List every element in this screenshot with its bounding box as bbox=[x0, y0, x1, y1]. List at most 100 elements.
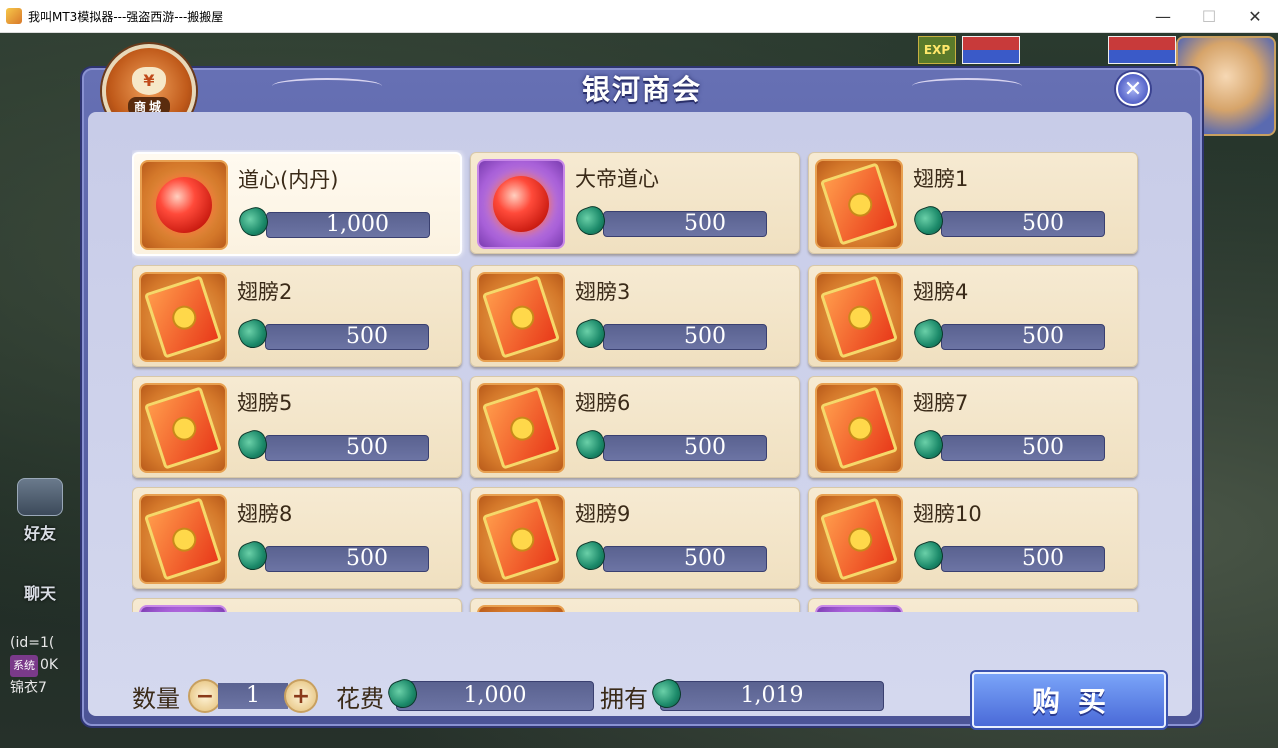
shop-item-card[interactable]: 翅膀6 500 bbox=[470, 376, 800, 478]
shop-item-card[interactable]: 翅膀8 500 bbox=[132, 487, 462, 589]
currency-icon bbox=[571, 201, 611, 241]
red-scroll-icon bbox=[139, 383, 227, 473]
exp-button[interactable]: EXP bbox=[918, 36, 956, 64]
purple-item-icon bbox=[139, 605, 227, 612]
quantity-stepper: − 1 + bbox=[188, 679, 318, 713]
currency-icon bbox=[233, 425, 273, 465]
owned-display: 1,019 bbox=[649, 676, 884, 712]
owned-value: 1,019 bbox=[740, 683, 804, 708]
currency-icon bbox=[909, 314, 949, 354]
shop-item-card[interactable]: 鈝金 bbox=[808, 598, 1138, 612]
friends-icon bbox=[17, 478, 63, 516]
chat-log: (id=1( 系统 0K 锦衣7 bbox=[10, 632, 58, 699]
maximize-button[interactable]: ☐ bbox=[1186, 0, 1232, 32]
quantity-label: 数量 bbox=[132, 684, 180, 713]
cloud-ornament-icon bbox=[912, 78, 1022, 94]
minimize-button[interactable]: — bbox=[1140, 0, 1186, 32]
item-price: 500 bbox=[1022, 324, 1064, 349]
item-price: 1,000 bbox=[326, 212, 389, 237]
item-name: 道心(内丹) bbox=[238, 168, 339, 192]
currency-icon bbox=[571, 425, 611, 465]
item-price: 500 bbox=[684, 546, 726, 571]
item-price: 500 bbox=[346, 324, 388, 349]
price-bar: 500 bbox=[941, 211, 1105, 237]
quantity-plus-button[interactable]: + bbox=[284, 679, 318, 713]
red-scroll-icon bbox=[139, 494, 227, 584]
cost-display: 1,000 bbox=[385, 676, 594, 712]
shop-item-card[interactable]: 翅膀3 500 bbox=[470, 265, 800, 367]
shop-item-card[interactable]: 翅膀5 500 bbox=[132, 376, 462, 478]
red-scroll-icon bbox=[815, 272, 903, 362]
chat-label: 聊天 bbox=[23, 584, 56, 603]
close-button[interactable]: ✕ bbox=[1116, 72, 1150, 106]
quantity-minus-button[interactable]: − bbox=[188, 679, 222, 713]
quantity-field[interactable]: 1 bbox=[218, 683, 288, 709]
shop-item-card[interactable]: 翅膀1 500 bbox=[808, 152, 1138, 254]
shop-item-card[interactable]: 大帝道心 500 bbox=[470, 152, 800, 254]
purchase-footer: 数量 − 1 + 花费 1,000 拥有 1,019 购买 bbox=[132, 670, 1166, 728]
item-price: 500 bbox=[1022, 435, 1064, 460]
price-bar: 500 bbox=[265, 546, 429, 572]
chat-line: 系统 0K bbox=[10, 654, 58, 677]
currency-icon bbox=[909, 536, 949, 576]
red-orb-icon bbox=[140, 160, 228, 250]
item-name: 七彩 bbox=[237, 609, 279, 612]
price-bar: 500 bbox=[941, 435, 1105, 461]
shop-item-card[interactable]: 翅膀2 500 bbox=[132, 265, 462, 367]
red-scroll-icon bbox=[139, 272, 227, 362]
shop-item-card[interactable]: 翅膀9 500 bbox=[470, 487, 800, 589]
red-scroll-icon bbox=[815, 159, 903, 249]
currency-icon bbox=[571, 536, 611, 576]
item-list[interactable]: 道心(内丹) 1,000 大帝道心 500 翅膀1 500 翅膀2 500 翅膀3 500 翅膀4 5… bbox=[132, 150, 1148, 612]
panel-header: 银河商会 ✕ bbox=[82, 68, 1202, 108]
red-orb-icon bbox=[477, 159, 565, 249]
system-tag: 系统 bbox=[10, 655, 38, 677]
item-grid: 道心(内丹) 1,000 大帝道心 500 翅膀1 500 翅膀2 500 翅膀3 500 翅膀4 5… bbox=[132, 150, 1148, 612]
currency-icon bbox=[233, 536, 273, 576]
red-scroll-icon bbox=[477, 494, 565, 584]
item-price: 500 bbox=[346, 435, 388, 460]
shop-item-card[interactable]: 草甲 bbox=[470, 598, 800, 612]
currency-icon bbox=[233, 314, 273, 354]
target-hp-mp-bar bbox=[1108, 36, 1176, 64]
price-bar: 500 bbox=[603, 546, 767, 572]
item-name: 翅膀7 bbox=[913, 391, 969, 415]
shop-item-card[interactable]: 翅膀4 500 bbox=[808, 265, 1138, 367]
item-name: 翅膀6 bbox=[575, 391, 631, 415]
item-name: 翅膀10 bbox=[913, 502, 982, 526]
window-title: 我叫MT3模拟器---强盗西游---搬搬屋 bbox=[28, 9, 224, 24]
currency-icon bbox=[571, 314, 611, 354]
chat-line: 锦衣7 bbox=[10, 680, 47, 696]
chat-button[interactable]: 聊天 bbox=[4, 580, 76, 630]
item-price: 500 bbox=[1022, 211, 1064, 236]
shop-item-card[interactable]: 道心(内丹) 1,000 bbox=[132, 152, 462, 256]
item-price: 500 bbox=[1022, 546, 1064, 571]
owned-label: 拥有 bbox=[600, 684, 648, 713]
currency-icon bbox=[909, 201, 949, 241]
price-bar: 500 bbox=[603, 324, 767, 350]
item-price: 500 bbox=[346, 546, 388, 571]
panel-title: 银河商会 bbox=[581, 73, 702, 106]
purple-item-icon bbox=[477, 605, 565, 612]
item-name: 大帝道心 bbox=[575, 167, 659, 191]
friends-button[interactable]: 好友 bbox=[4, 478, 76, 548]
cost-label: 花费 bbox=[336, 684, 384, 713]
buy-button[interactable]: 购买 bbox=[972, 672, 1166, 728]
chat-line: (id=1( bbox=[10, 635, 55, 651]
shop-item-card[interactable]: 翅膀10 500 bbox=[808, 487, 1138, 589]
item-price: 500 bbox=[684, 211, 726, 236]
shop-item-card[interactable]: 七彩 bbox=[132, 598, 462, 612]
item-name: 鈝金 bbox=[913, 609, 955, 612]
price-bar: 500 bbox=[603, 435, 767, 461]
currency-icon bbox=[909, 425, 949, 465]
window-titlebar: 我叫MT3模拟器---强盗西游---搬搬屋 — ☐ ✕ bbox=[0, 0, 1278, 33]
window-close-button[interactable]: ✕ bbox=[1232, 0, 1278, 32]
price-bar: 500 bbox=[265, 324, 429, 350]
purple-item-icon bbox=[815, 605, 903, 612]
cost-value: 1,000 bbox=[463, 683, 527, 708]
shop-item-card[interactable]: 翅膀7 500 bbox=[808, 376, 1138, 478]
item-name: 翅膀1 bbox=[913, 167, 969, 191]
shop-panel: ¥ 商城 银河商会 ✕ 道心(内丹) 1,000 大帝道心 500 翅膀1 500 翅膀2 5… bbox=[80, 44, 1204, 728]
item-price: 500 bbox=[684, 435, 726, 460]
item-price: 500 bbox=[684, 324, 726, 349]
